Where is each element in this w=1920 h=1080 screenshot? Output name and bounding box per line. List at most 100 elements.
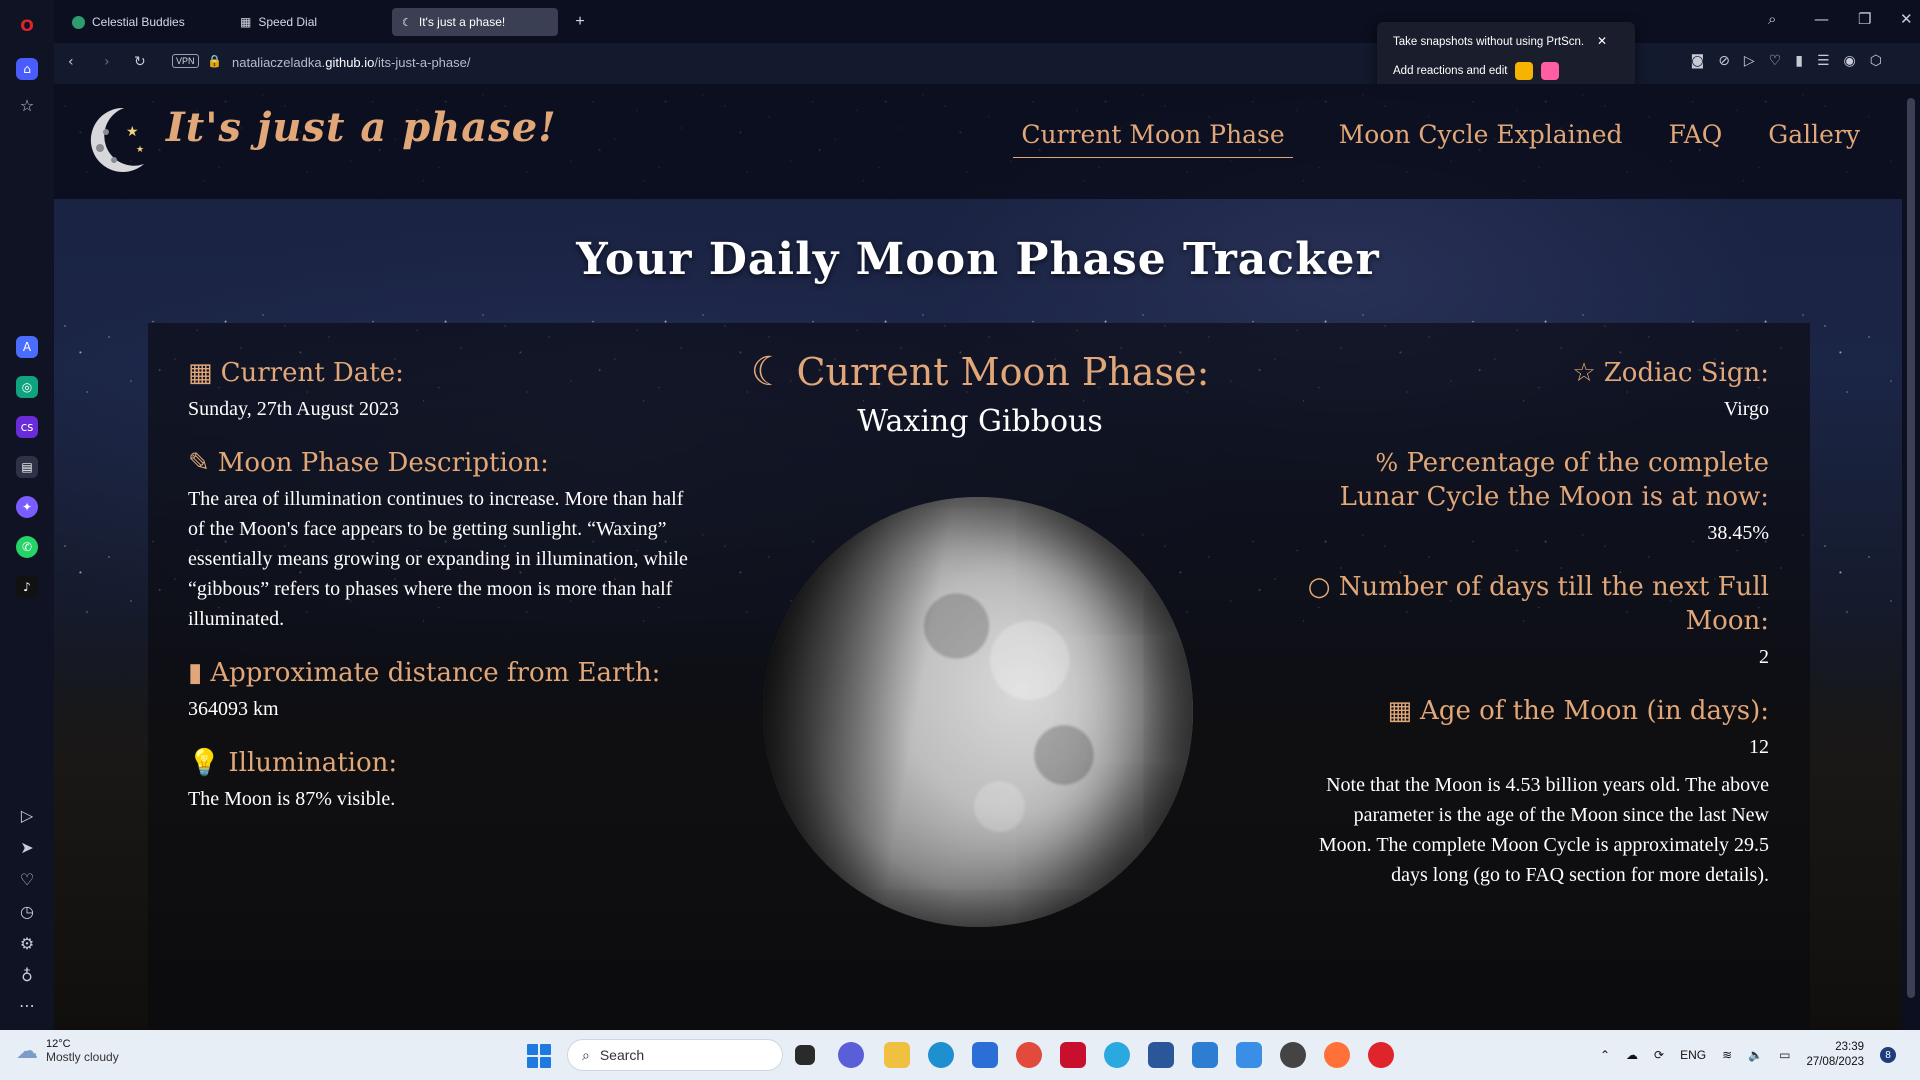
vscode-icon[interactable] (1192, 1042, 1218, 1068)
zodiac-block: ☆ Zodiac Sign: Virgo (1298, 356, 1769, 424)
wifi-icon[interactable]: ≋ (1722, 1048, 1732, 1062)
tab-bar: Celestial Buddies ▦ Speed Dial ☾ It's ju… (54, 0, 1920, 43)
moon-favicon-icon: ☾ (402, 16, 412, 29)
back-icon[interactable]: ‹ (68, 54, 74, 70)
page-scrollbar[interactable] (1902, 84, 1920, 1030)
mcafee-icon[interactable] (1060, 1042, 1086, 1068)
age-value: 12 (1749, 736, 1769, 758)
heart-icon[interactable]: ♡ (14, 870, 40, 892)
store-icon[interactable] (972, 1042, 998, 1068)
nav-current-moon-phase[interactable]: Current Moon Phase (1013, 120, 1293, 158)
photos-icon[interactable] (1236, 1042, 1262, 1068)
close-window-icon[interactable]: ✕ (1900, 10, 1913, 28)
plus-icon: + (575, 13, 585, 30)
edit-icon: ✎ (188, 448, 210, 478)
moon-logo-icon[interactable]: ★ ★ (84, 102, 150, 174)
chatgpt-icon[interactable]: ◎ (16, 376, 38, 398)
opera-logo-icon[interactable]: O (14, 16, 40, 38)
settings-gear-icon[interactable]: ⚙ (14, 934, 40, 956)
battery-saver-icon[interactable]: ▮ (1795, 53, 1803, 69)
player-toolbar-icon[interactable]: ▷ (1744, 53, 1755, 69)
search-tabs-icon[interactable]: ⌕ (1768, 10, 1776, 28)
center-column: ☾ Current Moon Phase: Waxing Gibbous (680, 350, 1280, 439)
camera-icon[interactable]: ◙ (1691, 53, 1705, 69)
emoji-cat-icon (1541, 62, 1560, 80)
home-icon[interactable]: ⌂ (16, 58, 38, 80)
extensions-icon[interactable]: ⬡ (1870, 53, 1882, 69)
easy-setup-icon[interactable]: ☰ (1817, 53, 1830, 69)
weather-widget[interactable]: ☁ 12°C Mostly cloudy (16, 1038, 119, 1064)
age-note: Note that the Moon is 4.53 billion years… (1318, 774, 1769, 886)
opera-taskbar-icon[interactable] (1368, 1042, 1394, 1068)
reload-icon[interactable]: ↻ (134, 54, 146, 70)
clipboard-icon[interactable]: ▤ (16, 456, 38, 478)
aria-icon[interactable]: A (16, 336, 38, 358)
notification-badge[interactable]: 8 (1880, 1047, 1896, 1063)
chevron-up-icon[interactable]: ⌃ (1600, 1048, 1610, 1062)
tab-its-just-a-phase[interactable]: ☾ It's just a phase! (392, 8, 558, 36)
firefox-icon[interactable] (1324, 1042, 1350, 1068)
start-button[interactable] (527, 1044, 551, 1068)
edge-icon[interactable] (928, 1042, 954, 1068)
calendar-age-icon: ▦ (1387, 696, 1413, 726)
messenger-icon[interactable]: ✦ (16, 496, 38, 518)
browser-sidebar: O ⌂ ☆ A ◎ cs ▤ ✦ ✆ ♪ ▷ ➤ ♡ ◷ ⚙ ♁ ⋯ (0, 0, 54, 1030)
chrome-icon[interactable] (1016, 1042, 1042, 1068)
tips-icon[interactable]: ♁ (14, 966, 40, 988)
circle-icon: ○ (1307, 572, 1331, 602)
ruler-icon: ▮ (188, 658, 203, 688)
word-icon[interactable] (1148, 1042, 1174, 1068)
battery-icon[interactable]: ▭ (1779, 1048, 1790, 1062)
site-title[interactable]: It's just a phase! (166, 104, 557, 151)
new-tab-button[interactable]: + (566, 8, 594, 36)
vpn-badge[interactable]: VPN (172, 54, 199, 68)
close-popup-icon[interactable]: ✕ (1597, 34, 1607, 48)
tiktok-icon[interactable]: ♪ (16, 576, 38, 598)
grid-icon: ▦ (240, 15, 252, 29)
clock[interactable]: 23:39 27/08/2023 (1806, 1040, 1864, 1070)
language-indicator[interactable]: ENG (1680, 1048, 1706, 1062)
emoji-sticker-icon (1515, 62, 1534, 80)
task-view-icon[interactable] (795, 1045, 815, 1065)
send-icon[interactable]: ➤ (14, 838, 40, 860)
nav-gallery[interactable]: Gallery (1768, 120, 1860, 158)
skype-icon[interactable] (1104, 1042, 1130, 1068)
emoji-app-icon[interactable] (1280, 1042, 1306, 1068)
description-block: ✎ Moon Phase Description: The area of il… (188, 446, 688, 634)
player-icon[interactable]: ▷ (14, 806, 40, 828)
phase-value: Waxing Gibbous (857, 404, 1103, 439)
nav-faq[interactable]: FAQ (1669, 120, 1723, 158)
lock-icon[interactable]: 🔒 (207, 54, 222, 68)
adblock-icon[interactable]: ⊘ (1718, 53, 1730, 69)
profile-icon[interactable]: ◉ (1844, 53, 1856, 69)
volume-icon[interactable]: 🔈 (1748, 1048, 1763, 1062)
nav-moon-cycle-explained[interactable]: Moon Cycle Explained (1339, 120, 1623, 158)
teams-chat-icon[interactable] (838, 1042, 864, 1068)
onedrive-icon[interactable]: ☁ (1626, 1048, 1638, 1062)
percentage-block: % Percentage of the complete Lunar Cycle… (1298, 446, 1769, 548)
taskbar-search[interactable]: ⌕ Search (567, 1039, 783, 1071)
heart-toolbar-icon[interactable]: ♡ (1769, 53, 1782, 69)
history-icon[interactable]: ◷ (14, 902, 40, 924)
distance-block: ▮ Approximate distance from Earth: 36409… (188, 656, 688, 724)
whatsapp-icon[interactable]: ✆ (16, 536, 38, 558)
url-field[interactable]: nataliaczeladka.github.io/its-just-a-pha… (232, 55, 470, 70)
file-explorer-icon[interactable] (884, 1042, 910, 1068)
toolbar-icons: ◙ ⊘ ▷ ♡ ▮ ☰ ◉ ⬡ (1691, 53, 1882, 69)
more-icon[interactable]: ⋯ (14, 996, 40, 1018)
tab-speed-dial[interactable]: ▦ Speed Dial (230, 8, 390, 36)
sync-icon[interactable]: ⟳ (1654, 1048, 1664, 1062)
tab-celestial-buddies[interactable]: Celestial Buddies (62, 8, 222, 36)
forward-icon[interactable]: › (104, 54, 110, 70)
taskbar: ☁ 12°C Mostly cloudy ⌕ Search ⌃ ☁ ⟳ ENG … (0, 1030, 1920, 1080)
scrollbar-thumb[interactable] (1907, 98, 1915, 998)
bookmarks-icon[interactable]: ☆ (14, 96, 40, 118)
age-block: ▦ Age of the Moon (in days): 12 Note tha… (1298, 694, 1769, 890)
current-date-value: Sunday, 27th August 2023 (188, 398, 399, 420)
chatsonic-icon[interactable]: cs (16, 416, 38, 438)
percent-icon: % (1375, 449, 1399, 477)
site-header: ★ ★ It's just a phase! Current Moon Phas… (54, 84, 1902, 199)
restore-icon[interactable]: ❐ (1858, 10, 1871, 28)
description-value: The area of illumination continues to in… (188, 488, 688, 630)
minimize-icon[interactable]: — (1814, 10, 1829, 28)
